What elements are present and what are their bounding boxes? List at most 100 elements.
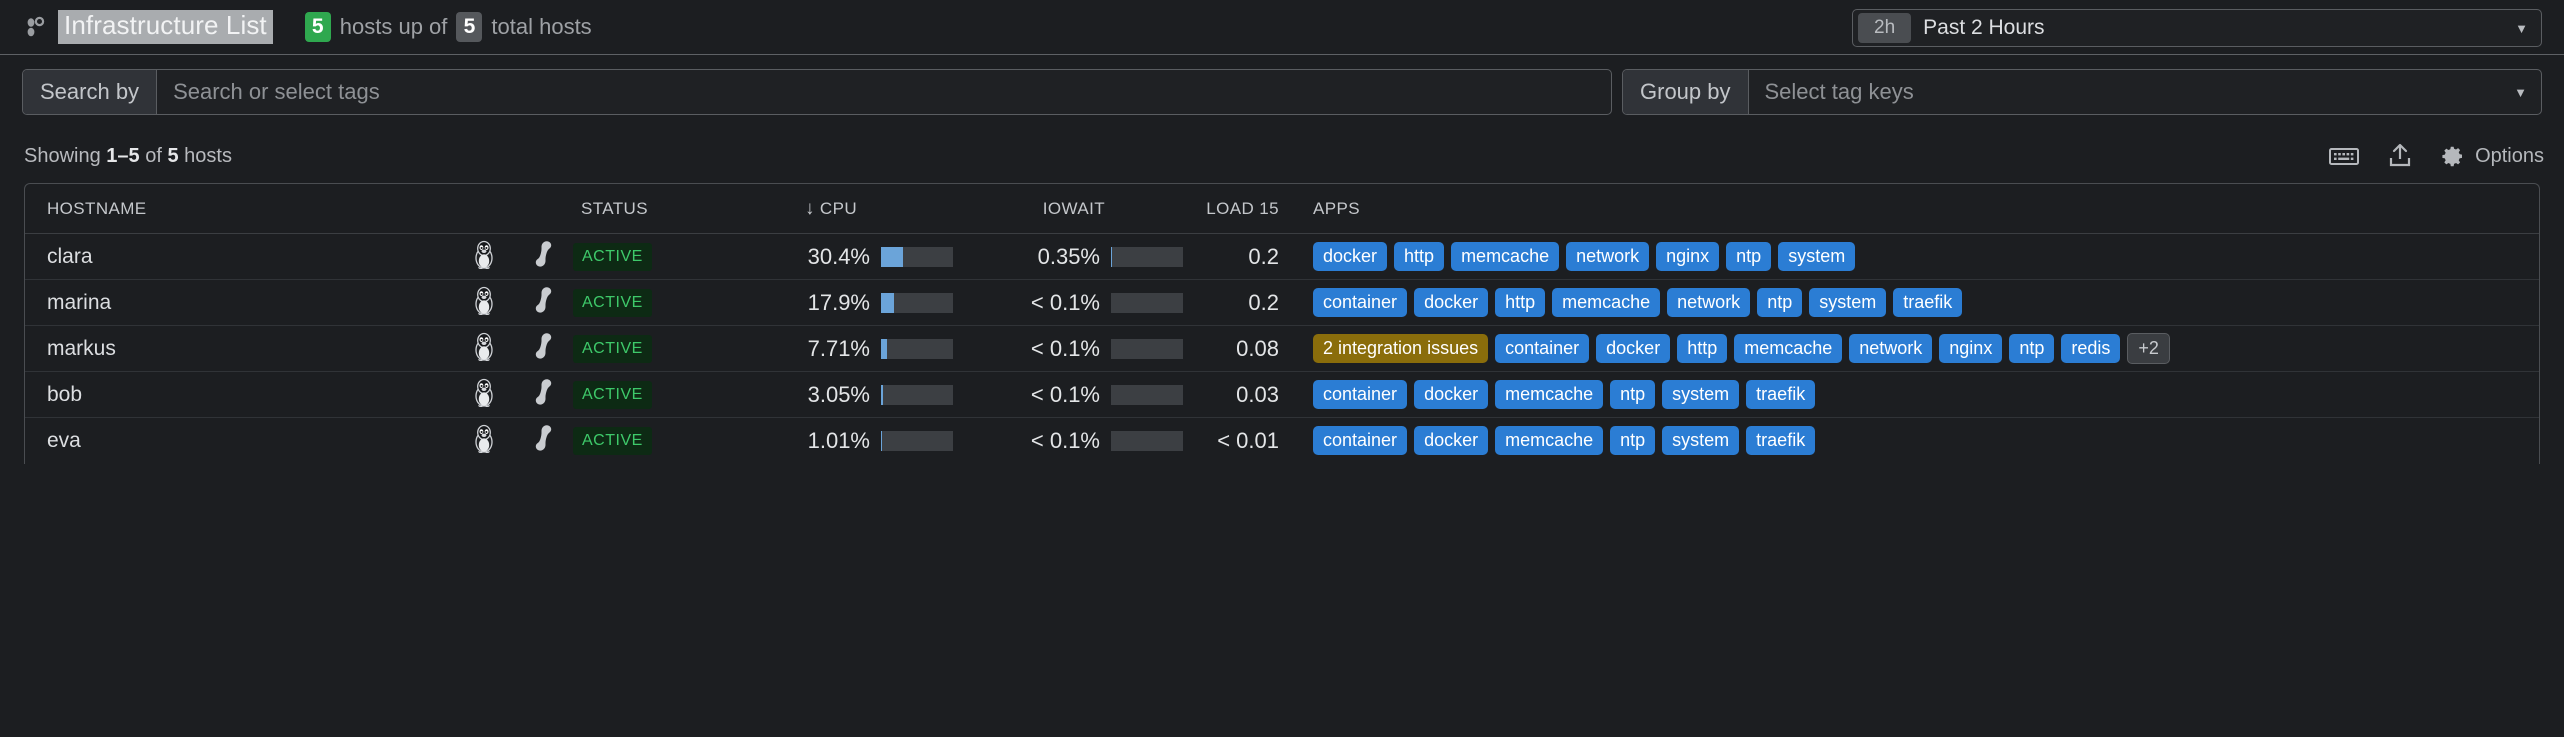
app-tag[interactable]: docker	[1414, 426, 1489, 456]
app-tag[interactable]: ntp	[2009, 334, 2055, 363]
showing-total: 5	[167, 144, 179, 167]
table-row[interactable]: clara ACTIVE 30.4% 0.35% 0.2 docker http memcac…	[25, 233, 2539, 280]
cell-hostname[interactable]: clara	[25, 233, 455, 280]
app-tag[interactable]: ntp	[1610, 380, 1656, 409]
app-tag[interactable]: container	[1313, 288, 1408, 317]
app-tag[interactable]: system	[1778, 242, 1856, 271]
app-tag[interactable]: network	[1566, 242, 1650, 271]
cell-status: ACTIVE	[573, 325, 693, 372]
app-tag[interactable]: memcache	[1495, 380, 1604, 409]
app-tag[interactable]: system	[1662, 426, 1740, 456]
cpu-metric: 1.01%	[693, 428, 953, 454]
chef-bone-icon	[513, 371, 573, 418]
iowait-bar	[1111, 430, 1183, 451]
cpu-value: 1.01%	[807, 427, 870, 453]
cpu-metric: 3.05%	[693, 382, 953, 408]
column-header-cpu[interactable]: ↓ CPU	[693, 184, 953, 234]
cell-apps: container docker memcache ntp system traefik	[1293, 418, 2539, 464]
iowait-bar	[1111, 292, 1183, 313]
cpu-bar	[881, 338, 953, 359]
filters-bar: Search by Search or select tags Group by…	[0, 55, 2564, 129]
hosts-summary: 5 hosts up of 5 total hosts	[304, 12, 592, 42]
app-tag[interactable]: memcache	[1734, 334, 1843, 363]
app-tag[interactable]: redis	[2061, 334, 2121, 363]
more-tags-badge[interactable]: +2	[2127, 333, 2170, 364]
gear-icon	[2441, 144, 2465, 168]
app-tag[interactable]: memcache	[1451, 242, 1560, 271]
groupby-input[interactable]: Select tag keys	[1749, 70, 2515, 114]
app-tag[interactable]: ntp	[1610, 426, 1656, 456]
cpu-value: 30.4%	[807, 243, 870, 269]
linux-tux-icon	[455, 233, 513, 280]
cpu-value: 7.71%	[807, 335, 870, 361]
iowait-metric: < 0.1%	[953, 382, 1183, 408]
app-tag[interactable]: http	[1394, 242, 1445, 271]
cell-hostname[interactable]: marina	[25, 279, 455, 326]
iowait-value: < 0.1%	[1030, 381, 1100, 407]
app-tag[interactable]: system	[1809, 288, 1887, 317]
app-tag[interactable]: docker	[1414, 380, 1489, 409]
app-tag[interactable]: traefik	[1746, 426, 1816, 456]
search-input[interactable]: Search or select tags	[157, 70, 1611, 114]
cell-cpu: 1.01%	[693, 418, 953, 464]
time-range-picker[interactable]: 2h Past 2 Hours ▼	[1852, 9, 2542, 47]
cpu-metric: 7.71%	[693, 336, 953, 362]
column-header-apps[interactable]: APPS	[1293, 184, 2539, 234]
app-tag[interactable]: network	[1849, 334, 1933, 363]
cell-status: ACTIVE	[573, 279, 693, 326]
app-tag[interactable]: container	[1313, 426, 1408, 456]
column-header-iowait[interactable]: IOWAIT	[953, 184, 1183, 234]
column-header-hostname[interactable]: HOSTNAME	[25, 184, 455, 234]
cell-hostname[interactable]: eva	[25, 418, 455, 464]
cell-cpu: 17.9%	[693, 279, 953, 326]
app-tag[interactable]: container	[1495, 334, 1590, 363]
cell-cpu: 30.4%	[693, 233, 953, 280]
time-range-label: Past 2 Hours	[1923, 16, 2045, 39]
export-upload-icon[interactable]	[2387, 143, 2413, 169]
chevron-down-icon[interactable]: ▼	[2514, 70, 2541, 114]
search-field-group[interactable]: Search by Search or select tags	[22, 69, 1612, 115]
table-row[interactable]: eva ACTIVE 1.01% < 0.1% < 0.01 container docke…	[25, 418, 2539, 464]
status-badge: ACTIVE	[573, 334, 652, 363]
groupby-field-group[interactable]: Group by Select tag keys ▼	[1622, 69, 2542, 115]
cell-load15: 0.2	[1183, 279, 1293, 326]
cell-status: ACTIVE	[573, 418, 693, 464]
app-tag[interactable]: docker	[1313, 242, 1388, 271]
chef-bone-icon	[513, 418, 573, 464]
options-button[interactable]: Options	[2441, 144, 2544, 168]
load15-value: 0.03	[1236, 381, 1279, 407]
app-tag[interactable]: ntp	[1726, 242, 1772, 271]
table-row[interactable]: bob ACTIVE 3.05% < 0.1% 0.03 container docker m…	[25, 371, 2539, 418]
cell-hostname[interactable]: bob	[25, 371, 455, 418]
app-tag[interactable]: system	[1662, 380, 1740, 409]
app-tag[interactable]: traefik	[1746, 380, 1816, 409]
column-header-status[interactable]: STATUS	[573, 184, 693, 234]
cell-iowait: < 0.1%	[953, 279, 1183, 326]
app-tag[interactable]: memcache	[1495, 426, 1604, 456]
column-header-load15[interactable]: LOAD 15	[1183, 184, 1293, 234]
cell-hostname[interactable]: markus	[25, 325, 455, 372]
app-tag[interactable]: http	[1495, 288, 1546, 317]
app-tag[interactable]: docker	[1596, 334, 1671, 363]
app-tag[interactable]: docker	[1414, 288, 1489, 317]
sort-desc-arrow-icon: ↓	[805, 198, 815, 219]
app-tag[interactable]: traefik	[1893, 288, 1963, 317]
table-row[interactable]: marina ACTIVE 17.9% < 0.1% 0.2 container docke…	[25, 279, 2539, 326]
cell-load15: 0.08	[1183, 325, 1293, 372]
cell-status: ACTIVE	[573, 371, 693, 418]
app-tag[interactable]: network	[1667, 288, 1751, 317]
integration-issues-tag[interactable]: 2 integration issues	[1313, 334, 1489, 363]
table-row[interactable]: markus ACTIVE 7.71% < 0.1% 0.08 2 integration…	[25, 325, 2539, 372]
cpu-bar	[881, 384, 953, 405]
app-tag[interactable]: container	[1313, 380, 1408, 409]
keyboard-icon[interactable]	[2329, 146, 2360, 167]
chevron-down-icon: ▼	[2515, 20, 2528, 36]
iowait-metric: < 0.1%	[953, 428, 1183, 454]
app-tag[interactable]: nginx	[1656, 242, 1720, 271]
hosts-up-label: hosts up of	[339, 14, 448, 39]
app-tag[interactable]: http	[1677, 334, 1728, 363]
hosts-up-count: 5	[304, 12, 331, 42]
app-tag[interactable]: nginx	[1939, 334, 2003, 363]
app-tag[interactable]: ntp	[1757, 288, 1803, 317]
app-tag[interactable]: memcache	[1552, 288, 1661, 317]
